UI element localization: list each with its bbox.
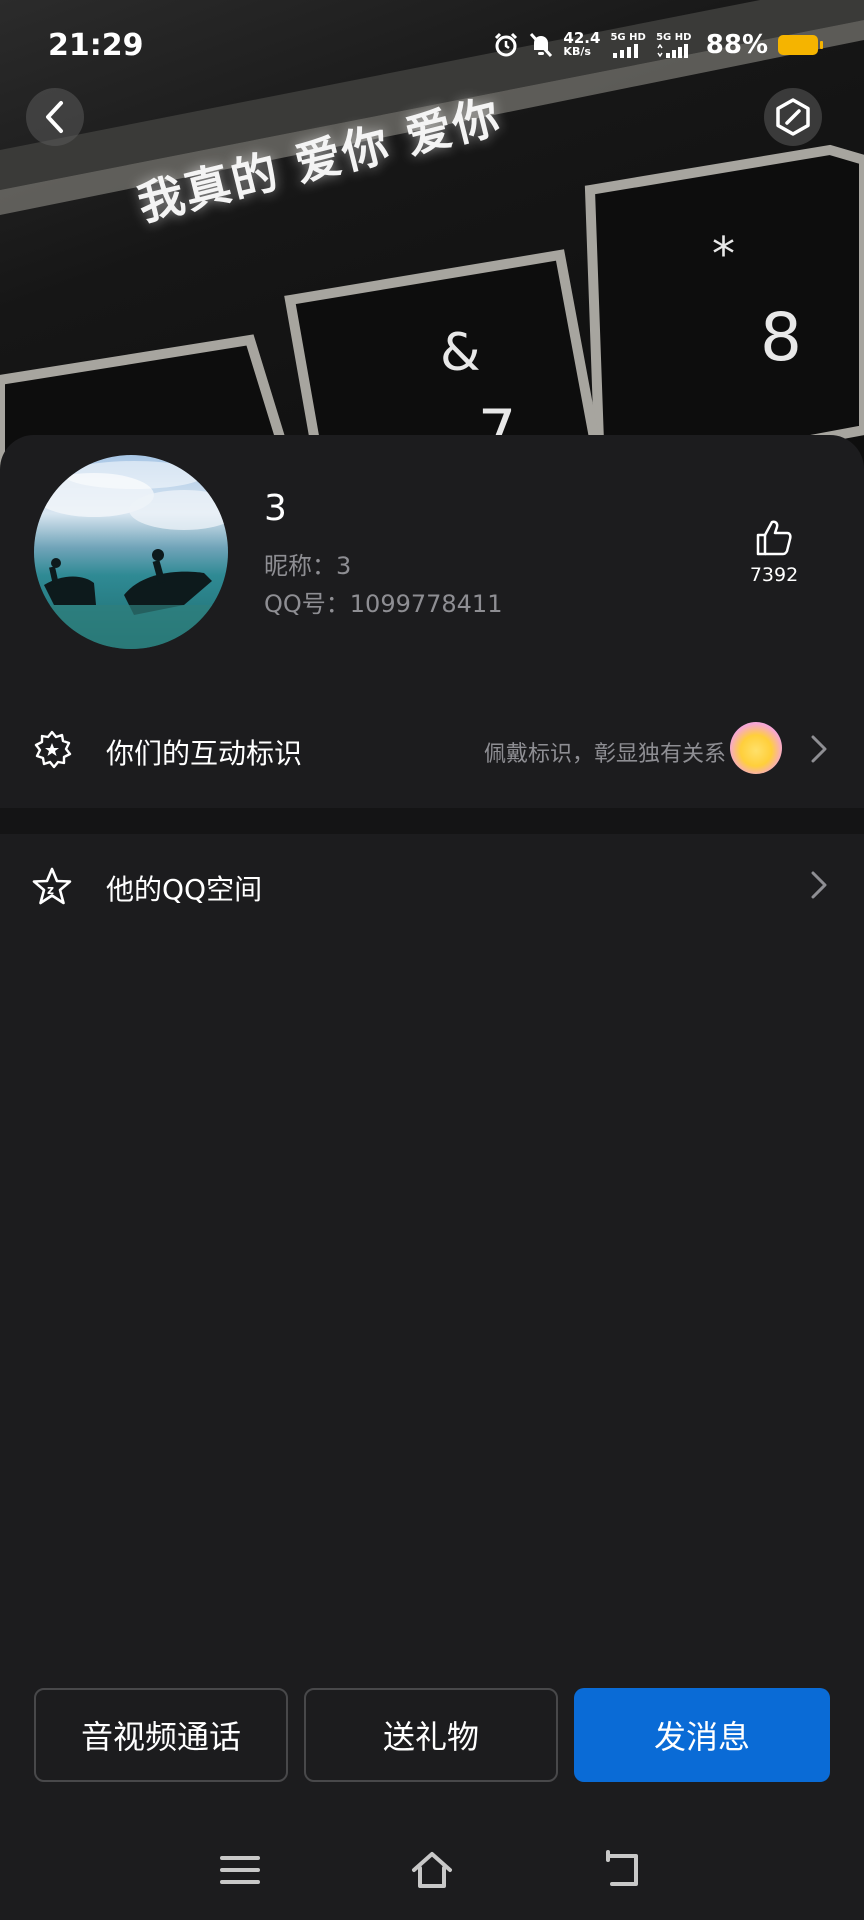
avatar-image xyxy=(34,461,228,649)
nickname-line: 昵称：3 xyxy=(264,552,352,580)
avatar[interactable] xyxy=(34,455,228,649)
key-eight: 8 xyxy=(760,299,802,376)
status-time: 21:29 xyxy=(48,28,144,63)
chevron-right-icon xyxy=(811,735,827,763)
interaction-badge-label: 你们的互动标识 xyxy=(106,737,303,770)
svg-text:z: z xyxy=(47,883,54,897)
key-ampersand: & xyxy=(440,323,481,383)
star-icon: z xyxy=(32,867,72,905)
send-gift-button[interactable]: 送礼物 xyxy=(304,1688,558,1782)
menu-icon[interactable] xyxy=(218,1848,262,1892)
hexagon-menu-icon xyxy=(776,98,810,136)
qq-number-line: QQ号：1099778411 xyxy=(264,590,503,618)
more-button[interactable] xyxy=(764,88,822,146)
badge-gear-icon xyxy=(34,730,72,769)
back-button[interactable] xyxy=(26,88,84,146)
send-message-button[interactable]: 发消息 xyxy=(574,1688,830,1782)
video-call-button[interactable]: 音视频通话 xyxy=(34,1688,288,1782)
profile-name: 3 xyxy=(264,488,287,529)
like-count: 7392 xyxy=(749,564,799,586)
thumbs-up-icon xyxy=(756,520,792,556)
battery-percent: 88% xyxy=(705,30,768,60)
status-bar: 21:29 42.4 KB/s 5G HD 5G HD 88% xyxy=(0,0,864,90)
flower-badge-icon xyxy=(730,722,782,774)
home-icon[interactable] xyxy=(410,1848,454,1892)
qzone-row[interactable]: z 他的QQ空间 xyxy=(0,830,864,940)
sim2-signal: 5G HD xyxy=(656,32,692,58)
sim1-signal: 5G HD xyxy=(610,32,646,58)
alarm-icon xyxy=(495,32,518,57)
like-button[interactable]: 7392 xyxy=(742,518,806,586)
qzone-label: 他的QQ空间 xyxy=(106,873,263,906)
signal-icon xyxy=(613,44,639,58)
signal-icon xyxy=(657,44,688,58)
mute-bell-icon xyxy=(530,32,553,58)
system-nav-bar xyxy=(0,1830,864,1910)
interaction-badge-row[interactable]: 你们的互动标识 佩戴标识，彰显独有关系 xyxy=(0,694,864,804)
battery-icon xyxy=(778,35,823,55)
status-icons: 42.4 KB/s 5G HD 5G HD 88% xyxy=(493,29,823,60)
net-speed: 42.4 KB/s xyxy=(563,29,601,59)
back-nav-icon[interactable] xyxy=(602,1848,646,1892)
key-asterisk: * xyxy=(712,227,735,281)
chevron-right-icon xyxy=(811,871,827,899)
chevron-left-icon xyxy=(46,101,63,133)
interaction-badge-hint: 佩戴标识，彰显独有关系 xyxy=(483,742,726,767)
